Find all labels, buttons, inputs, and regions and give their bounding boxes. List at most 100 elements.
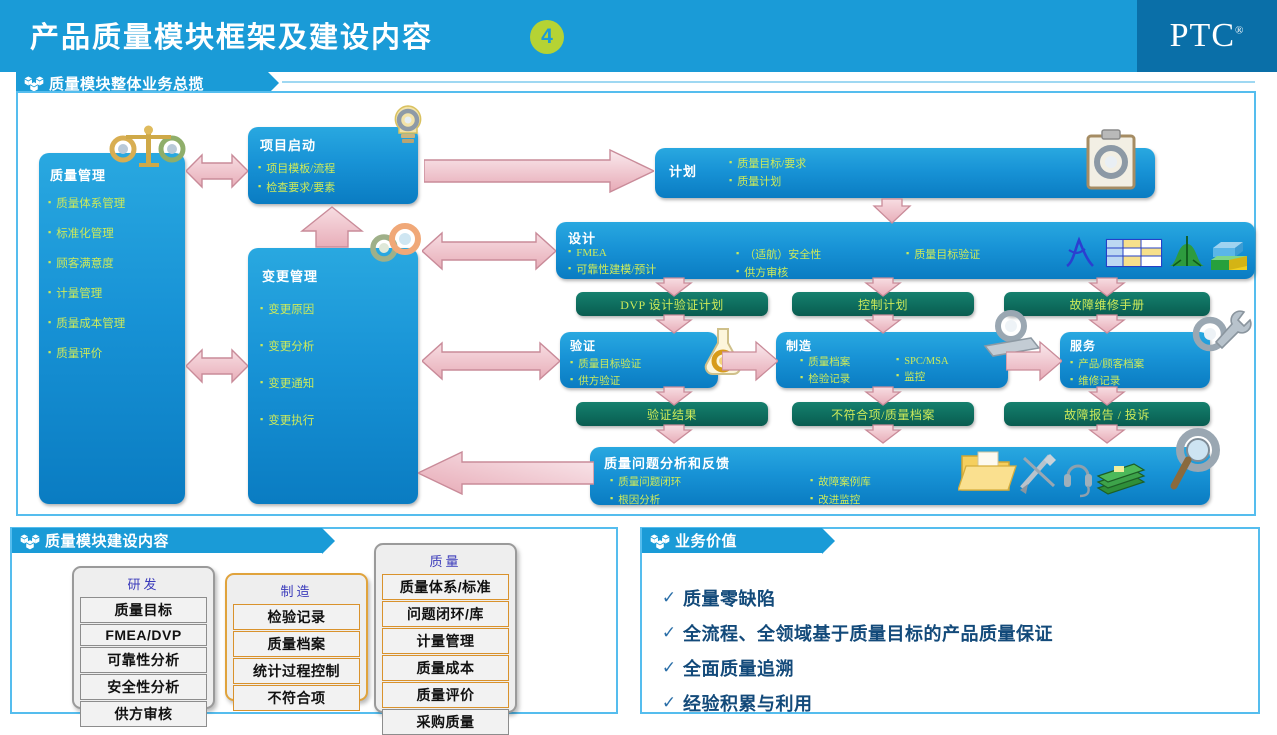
arrow-manufacture-to-service (1006, 340, 1062, 382)
arrow-feedback-to-change (418, 450, 594, 496)
box-title: 计划 (669, 164, 698, 179)
box-title: 质量管理 (50, 168, 107, 183)
value-item: ✓ 全面质量追溯 (655, 655, 1245, 681)
design-icons-group (1066, 236, 1247, 270)
manufacture-col-2: SPC/MSA 监控 (896, 354, 948, 384)
box-title: 验证 (570, 339, 597, 353)
arrow-dvp-to-verify (655, 314, 693, 334)
gear-wrench-icon (1192, 310, 1252, 352)
box-title: 制造 (786, 339, 813, 353)
books-icon (1096, 463, 1146, 495)
slide-root: PTC® 产品质量模块框架及建设内容 4 质量模块整体业务总揽 质量管理 质量体… (0, 0, 1277, 735)
lambda-curve-icon (1066, 236, 1094, 268)
page-number-badge: 4 (530, 20, 564, 54)
arrow-control-plan-to-manufacture (864, 314, 902, 334)
bell-curve-icon (1169, 236, 1205, 267)
cube-icon (650, 533, 670, 549)
card-rnd[interactable]: 研发 质量目标 FMEA/DVP 可靠性分析 安全性分析 供方审核 (72, 566, 215, 727)
box-plan[interactable]: 计划 质量目标/要求 质量计划 (655, 148, 1155, 198)
card-quality[interactable]: 质量 质量体系/标准 问题闭环/库 计量管理 质量成本 质量评价 采购质量 (374, 543, 517, 735)
card-row[interactable]: 统计过程控制 (233, 658, 360, 684)
gears-icon (370, 223, 421, 262)
value-item-label: 全面质量追溯 (683, 659, 794, 679)
card-row[interactable]: 不符合项 (233, 685, 360, 711)
magnifier-gear-icon (1170, 428, 1220, 490)
arrow-nonconformance-to-feedback (864, 424, 902, 444)
card-row[interactable]: 质量体系/标准 (382, 574, 509, 600)
box-title: 变更管理 (262, 269, 319, 284)
design-col-2: （适航）安全性 供方审核 (736, 246, 821, 280)
box-list: 项目模板/流程 检查要求/要素 (258, 160, 408, 195)
headset-icon (1064, 464, 1092, 498)
arrow-qm-to-change (186, 347, 248, 385)
card-row[interactable]: 问题闭环/库 (382, 601, 509, 627)
card-row[interactable]: 采购质量 (382, 709, 509, 735)
check-icon: ✓ (661, 658, 677, 677)
folder-icon (958, 451, 1017, 491)
card-row[interactable]: 安全性分析 (80, 674, 207, 700)
section-header-build: 质量模块建设内容 (12, 528, 335, 554)
arrow-change-to-project-start (300, 205, 364, 249)
arrow-plan-to-design (872, 198, 912, 224)
arrow-change-to-design (422, 230, 556, 272)
box-verify[interactable]: 验证 质量目标验证 供方验证 (560, 332, 718, 388)
balance-scale-gears-icon (109, 125, 186, 167)
clipboard-gear-icon (1086, 129, 1136, 190)
design-col-1: FMEA 可靠性建模/预计 (568, 246, 656, 277)
value-item-label: 经验积累与利用 (683, 694, 813, 714)
card-row[interactable]: 检验记录 (233, 604, 360, 630)
business-value-list: ✓ 质量零缺陷 ✓ 全流程、全领域基于质量目标的产品质量保证 ✓ 全面质量追溯 … (655, 585, 1245, 725)
page-title: 产品质量模块框架及建设内容 (30, 22, 434, 54)
arrow-verify-to-manufacture (722, 340, 778, 382)
card-row[interactable]: 质量目标 (80, 597, 207, 623)
box-change-management[interactable]: 变更管理 变更原因 变更分析 变更通知 变更执行 (248, 248, 418, 504)
section-header-value: 业务价值 (642, 528, 835, 554)
arrow-verify-to-result (655, 386, 693, 406)
box-list: 质量目标/要求 质量计划 (729, 155, 1141, 189)
box-manufacture[interactable]: 制造 质量档案 检验记录 SPC/MSA 监控 (776, 332, 1008, 388)
box-quality-management[interactable]: 质量管理 质量体系管理 标准化管理 顾客满意度 计量管理 质量成本管理 质量评价 (39, 153, 185, 504)
box-list: 质量目标验证 供方验证 (570, 356, 708, 388)
value-item: ✓ 质量零缺陷 (655, 585, 1245, 611)
card-heading: 研发 (127, 577, 160, 592)
box-design[interactable]: 设计 FMEA 可靠性建模/预计 （适航）安全性 供方审核 质量目标验证 (556, 222, 1255, 279)
manufacture-col-1: 质量档案 检验记录 (800, 354, 850, 386)
arrow-project-start-to-plan (424, 148, 654, 194)
card-heading: 质量 (429, 554, 462, 569)
box-title: 服务 (1070, 339, 1097, 353)
card-row[interactable]: FMEA/DVP (80, 624, 207, 646)
ptc-logo: PTC® (1169, 17, 1245, 54)
feedback-icons-group (958, 451, 1146, 498)
cube-icon (20, 533, 40, 549)
arrow-change-to-verify (422, 340, 560, 382)
card-row[interactable]: 计量管理 (382, 628, 509, 654)
arrow-fault-report-to-feedback (1088, 424, 1126, 444)
section-label: 业务价值 (675, 533, 738, 550)
value-item: ✓ 经验积累与利用 (655, 690, 1245, 716)
card-row[interactable]: 质量档案 (233, 631, 360, 657)
check-icon: ✓ (661, 588, 677, 607)
arrow-qm-to-project-start (186, 152, 248, 190)
tools-icon (1020, 454, 1056, 494)
section-rule-overview (282, 81, 1255, 83)
arrow-design-to-repair-manual (1088, 277, 1126, 297)
card-row[interactable]: 供方审核 (80, 701, 207, 727)
arrow-repair-manual-to-service (1088, 314, 1126, 334)
value-item-label: 全流程、全领域基于质量目标的产品质量保证 (683, 624, 1053, 644)
box-list: 变更原因 变更分析 变更通知 变更执行 (260, 301, 406, 428)
brand-panel: PTC® (1137, 0, 1277, 72)
value-item-label: 质量零缺陷 (683, 589, 776, 609)
box-list: 质量体系管理 标准化管理 顾客满意度 计量管理 质量成本管理 质量评价 (48, 195, 176, 361)
blocks-3d-icon (1211, 242, 1247, 270)
feedback-col-1: 质量问题闭环 根因分析 (610, 474, 681, 507)
feedback-col-2: 故障案例库 改进监控 (810, 474, 871, 507)
design-col-3: 质量目标验证 (906, 246, 980, 262)
value-item: ✓ 全流程、全领域基于质量目标的产品质量保证 (655, 620, 1245, 646)
card-row[interactable]: 质量评价 (382, 682, 509, 708)
cube-icon (24, 76, 44, 92)
card-manufacture[interactable]: 制造 检验记录 质量档案 统计过程控制 不符合项 (225, 573, 368, 711)
arrow-manufacture-to-nonconformance (864, 386, 902, 406)
spreadsheet-icon (1105, 238, 1163, 268)
card-row[interactable]: 可靠性分析 (80, 647, 207, 673)
card-row[interactable]: 质量成本 (382, 655, 509, 681)
